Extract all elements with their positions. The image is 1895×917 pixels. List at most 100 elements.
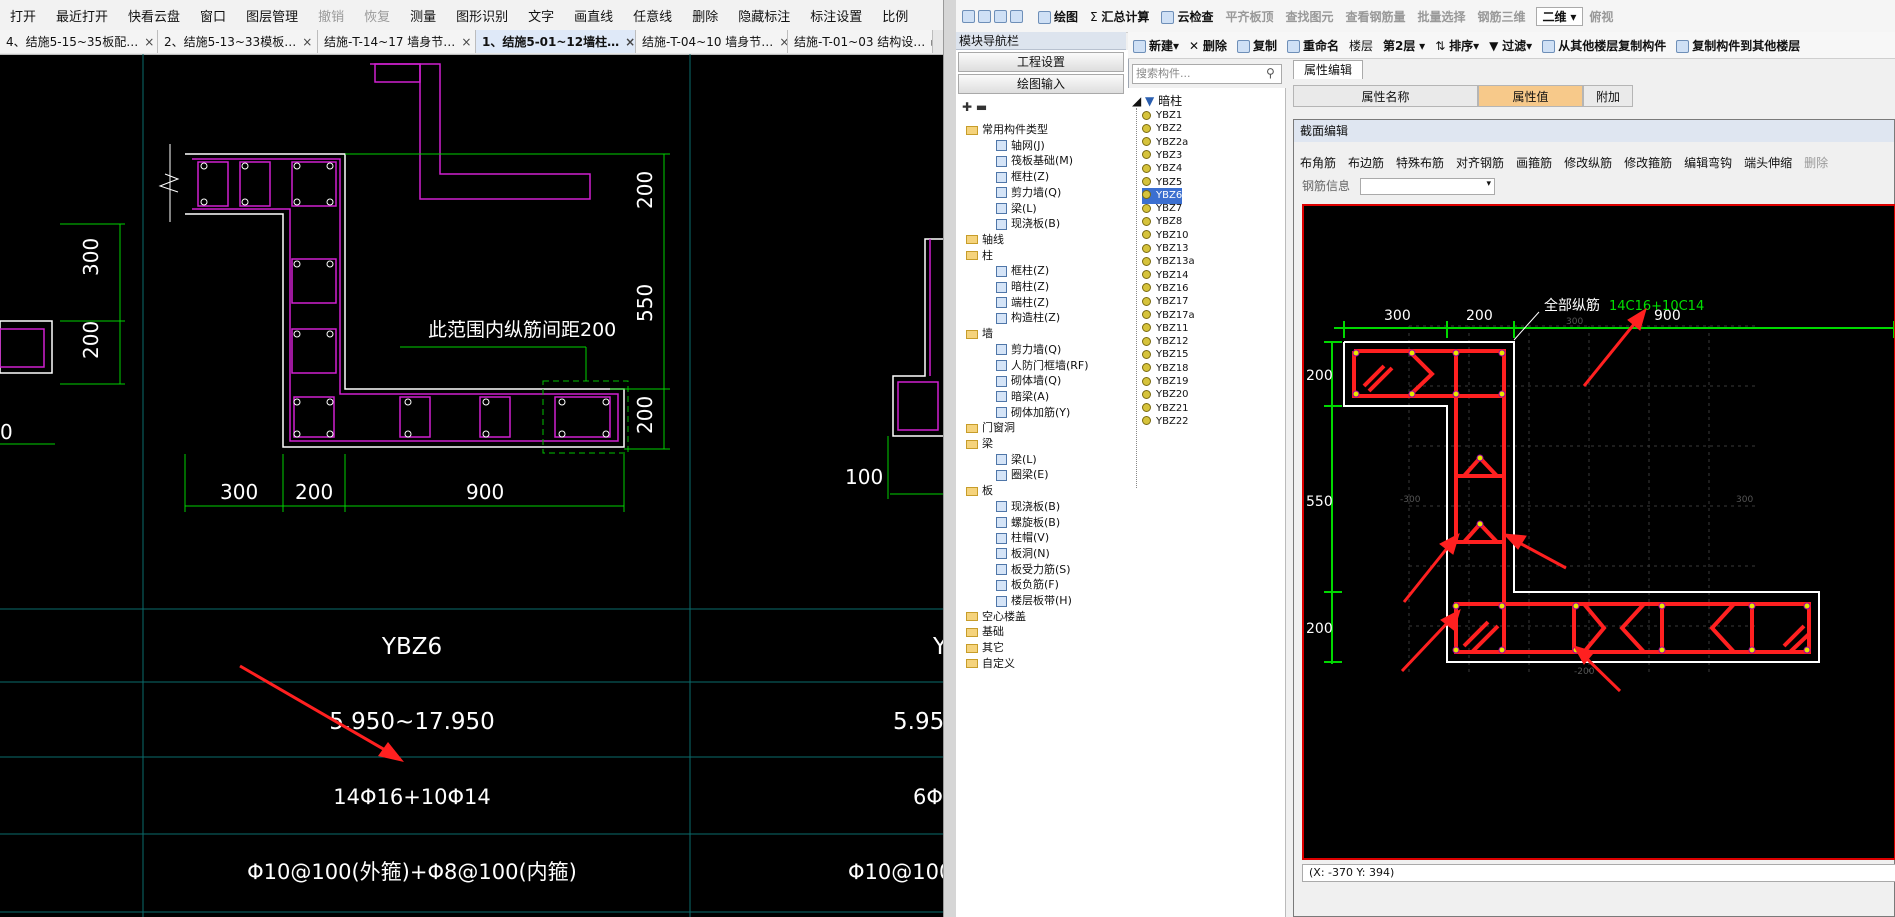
cad-viewer[interactable]: 打开 最近打开 快看云盘 窗口 图层管理 撤销 恢复 测量 图形识别 文字 画直… <box>0 0 943 917</box>
menu-measure[interactable]: 测量 <box>400 6 446 25</box>
menu-delete[interactable]: 删除 <box>682 6 728 25</box>
tree-folder[interactable]: 板 <box>966 483 993 499</box>
tool-delete[interactable]: 删除 <box>1798 154 1834 171</box>
rename-button[interactable]: 重命名 <box>1282 37 1344 54</box>
header-property-name[interactable]: 属性名称 <box>1293 85 1478 107</box>
toolbar-view-rebar[interactable]: 查看钢筋量 <box>1339 8 1411 25</box>
tree-item[interactable]: 构造柱(Z) <box>996 310 1060 326</box>
component-search-input[interactable]: 搜索构件... <box>1132 64 1282 84</box>
tree-folder[interactable]: 基础 <box>966 624 1004 640</box>
tab-property-edit[interactable]: 属性编辑 <box>1293 60 1363 79</box>
tool-align-rebar[interactable]: 对齐钢筋 <box>1450 154 1510 171</box>
tab-drawing-6[interactable]: 结施-T-01~03 结构设… ▸ <box>788 30 933 53</box>
tab-drawing-5[interactable]: 结施-T-04~10 墙身节… × <box>636 30 788 53</box>
tree-folder[interactable]: 梁 <box>966 436 993 452</box>
sort-button[interactable]: ⇅ 排序▾ <box>1430 37 1484 54</box>
toolbar-top-view[interactable]: 俯视 <box>1583 8 1619 25</box>
header-extra[interactable]: 附加 <box>1583 85 1633 107</box>
tree-item[interactable]: 轴网(J) <box>996 138 1045 154</box>
tab-drawing-3[interactable]: 结施-T-14~17 墙身节… × <box>318 30 476 53</box>
toolbar-rebar-3d[interactable]: 钢筋三维 <box>1472 8 1532 25</box>
nav-drawing-input[interactable]: 绘图输入 <box>958 74 1124 94</box>
toolbar-batch-select[interactable]: 批量选择 <box>1412 8 1472 25</box>
tree-folder[interactable]: 轴线 <box>966 232 1004 248</box>
tree-item[interactable]: 螺旋板(B) <box>996 515 1060 531</box>
tree-item[interactable]: 圈梁(E) <box>996 467 1049 483</box>
close-icon[interactable]: × <box>461 35 471 49</box>
rebar-info-select[interactable]: ▾ <box>1360 178 1495 195</box>
tree-item[interactable]: 人防门框墙(RF) <box>996 358 1089 374</box>
close-icon[interactable]: × <box>302 35 312 49</box>
tree-item[interactable]: 框柱(Z) <box>996 263 1049 279</box>
tool-corner-rebar[interactable]: 布角筋 <box>1294 154 1342 171</box>
menu-cloud[interactable]: 快看云盘 <box>118 6 190 25</box>
tool-edit-long-rebar[interactable]: 修改纵筋 <box>1558 154 1618 171</box>
tree-folder[interactable]: 门窗洞 <box>966 420 1015 436</box>
menu-scale[interactable]: 比例 <box>872 6 918 25</box>
close-icon[interactable]: ▸ <box>931 35 932 49</box>
tree-item[interactable]: 梁(L) <box>996 452 1037 468</box>
view-2d-select[interactable]: 二维 ▾ <box>1535 6 1584 26</box>
menu-open[interactable]: 打开 <box>0 6 46 25</box>
menu-text[interactable]: 文字 <box>518 6 564 25</box>
menu-layer[interactable]: 图层管理 <box>236 6 308 25</box>
tree-item[interactable]: 现浇板(B) <box>996 499 1060 515</box>
close-icon[interactable]: × <box>144 35 154 49</box>
search-icon[interactable]: ⚲ <box>1266 66 1275 80</box>
new-button[interactable]: 新建▾ <box>1128 37 1184 54</box>
file-icons[interactable] <box>956 9 1032 23</box>
tree-item[interactable]: 端柱(Z) <box>996 295 1049 311</box>
tool-edit-stirrup[interactable]: 修改箍筋 <box>1618 154 1678 171</box>
tree-item[interactable]: 筏板基础(M) <box>996 153 1073 169</box>
component-root[interactable]: ◢ ▼ 暗柱 <box>1132 92 1182 109</box>
copy-button[interactable]: 复制 <box>1232 37 1282 54</box>
section-canvas[interactable]: 300 -300 300 -200 300 200 900 200 550 20… <box>1302 204 1895 860</box>
menu-line[interactable]: 画直线 <box>564 6 623 25</box>
tab-drawing-4[interactable]: 1、结施5-01~12墙柱… × <box>476 30 636 53</box>
tree-item[interactable]: 砌体墙(Q) <box>996 373 1061 389</box>
header-property-value[interactable]: 属性值 <box>1478 85 1583 107</box>
tree-folder[interactable]: 自定义 <box>966 656 1015 672</box>
menu-recognize[interactable]: 图形识别 <box>446 6 518 25</box>
delete-button[interactable]: ✕ 删除 <box>1184 37 1232 54</box>
menu-undo[interactable]: 撤销 <box>308 6 354 25</box>
tree-folder[interactable]: 柱 <box>966 248 993 264</box>
tree-folder[interactable]: 墙 <box>966 326 993 342</box>
tool-draw-stirrup[interactable]: 画箍筋 <box>1510 154 1558 171</box>
tool-end-stretch[interactable]: 端头伸缩 <box>1738 154 1798 171</box>
toolbar-cloud-check[interactable]: 云检查 <box>1155 8 1219 25</box>
section-drawing[interactable]: 300 -300 300 -200 300 200 900 200 550 20… <box>1304 206 1895 858</box>
filter-button[interactable]: ▼ 过滤▾ <box>1484 37 1537 54</box>
nav-project-settings[interactable]: 工程设置 <box>958 52 1124 72</box>
tree-item[interactable]: 暗柱(Z) <box>996 279 1049 295</box>
toolbar-draw[interactable]: 绘图 <box>1032 8 1084 25</box>
close-icon[interactable]: × <box>625 35 635 49</box>
menu-polyline[interactable]: 任意线 <box>623 6 682 25</box>
tree-folder[interactable]: 空心楼盖 <box>966 609 1026 625</box>
expand-collapse-icons[interactable]: ✚ ▬ <box>962 100 987 114</box>
toolbar-summarize[interactable]: Σ 汇总计算 <box>1084 8 1155 25</box>
menu-redo[interactable]: 恢复 <box>354 6 400 25</box>
tree-folder[interactable]: 其它 <box>966 640 1004 656</box>
tree-item[interactable]: 砌体加筋(Y) <box>996 405 1070 421</box>
close-icon[interactable]: × <box>779 35 787 49</box>
toolbar-flush-top[interactable]: 平齐板顶 <box>1219 8 1279 25</box>
tree-folder[interactable]: 常用构件类型 <box>966 122 1048 138</box>
tree-item[interactable]: 剪力墙(Q) <box>996 342 1061 358</box>
copy-from-floor-button[interactable]: 从其他楼层复制构件 <box>1537 37 1671 54</box>
menu-hide-dim[interactable]: 隐藏标注 <box>728 6 800 25</box>
tree-item[interactable]: 板洞(N) <box>996 546 1050 562</box>
tree-item[interactable]: 柱帽(V) <box>996 530 1049 546</box>
tab-drawing-1[interactable]: 4、结施5-15~35板配… × <box>0 30 158 53</box>
tree-item[interactable]: 现浇板(B) <box>996 216 1060 232</box>
tree-item[interactable]: 板负筋(F) <box>996 577 1059 593</box>
menu-window[interactable]: 窗口 <box>190 6 236 25</box>
tree-item[interactable]: 剪力墙(Q) <box>996 185 1061 201</box>
toolbar-find[interactable]: 查找图元 <box>1279 8 1339 25</box>
tree-item[interactable]: 板受力筋(S) <box>996 562 1071 578</box>
menu-dim-settings[interactable]: 标注设置 <box>800 6 872 25</box>
copy-to-floor-button[interactable]: 复制构件到其他楼层 <box>1671 37 1805 54</box>
tab-drawing-2[interactable]: 2、结施5-13~33模板… × <box>158 30 318 53</box>
floor-select[interactable]: 第2层 ▾ <box>1378 37 1430 54</box>
menu-recent[interactable]: 最近打开 <box>46 6 118 25</box>
